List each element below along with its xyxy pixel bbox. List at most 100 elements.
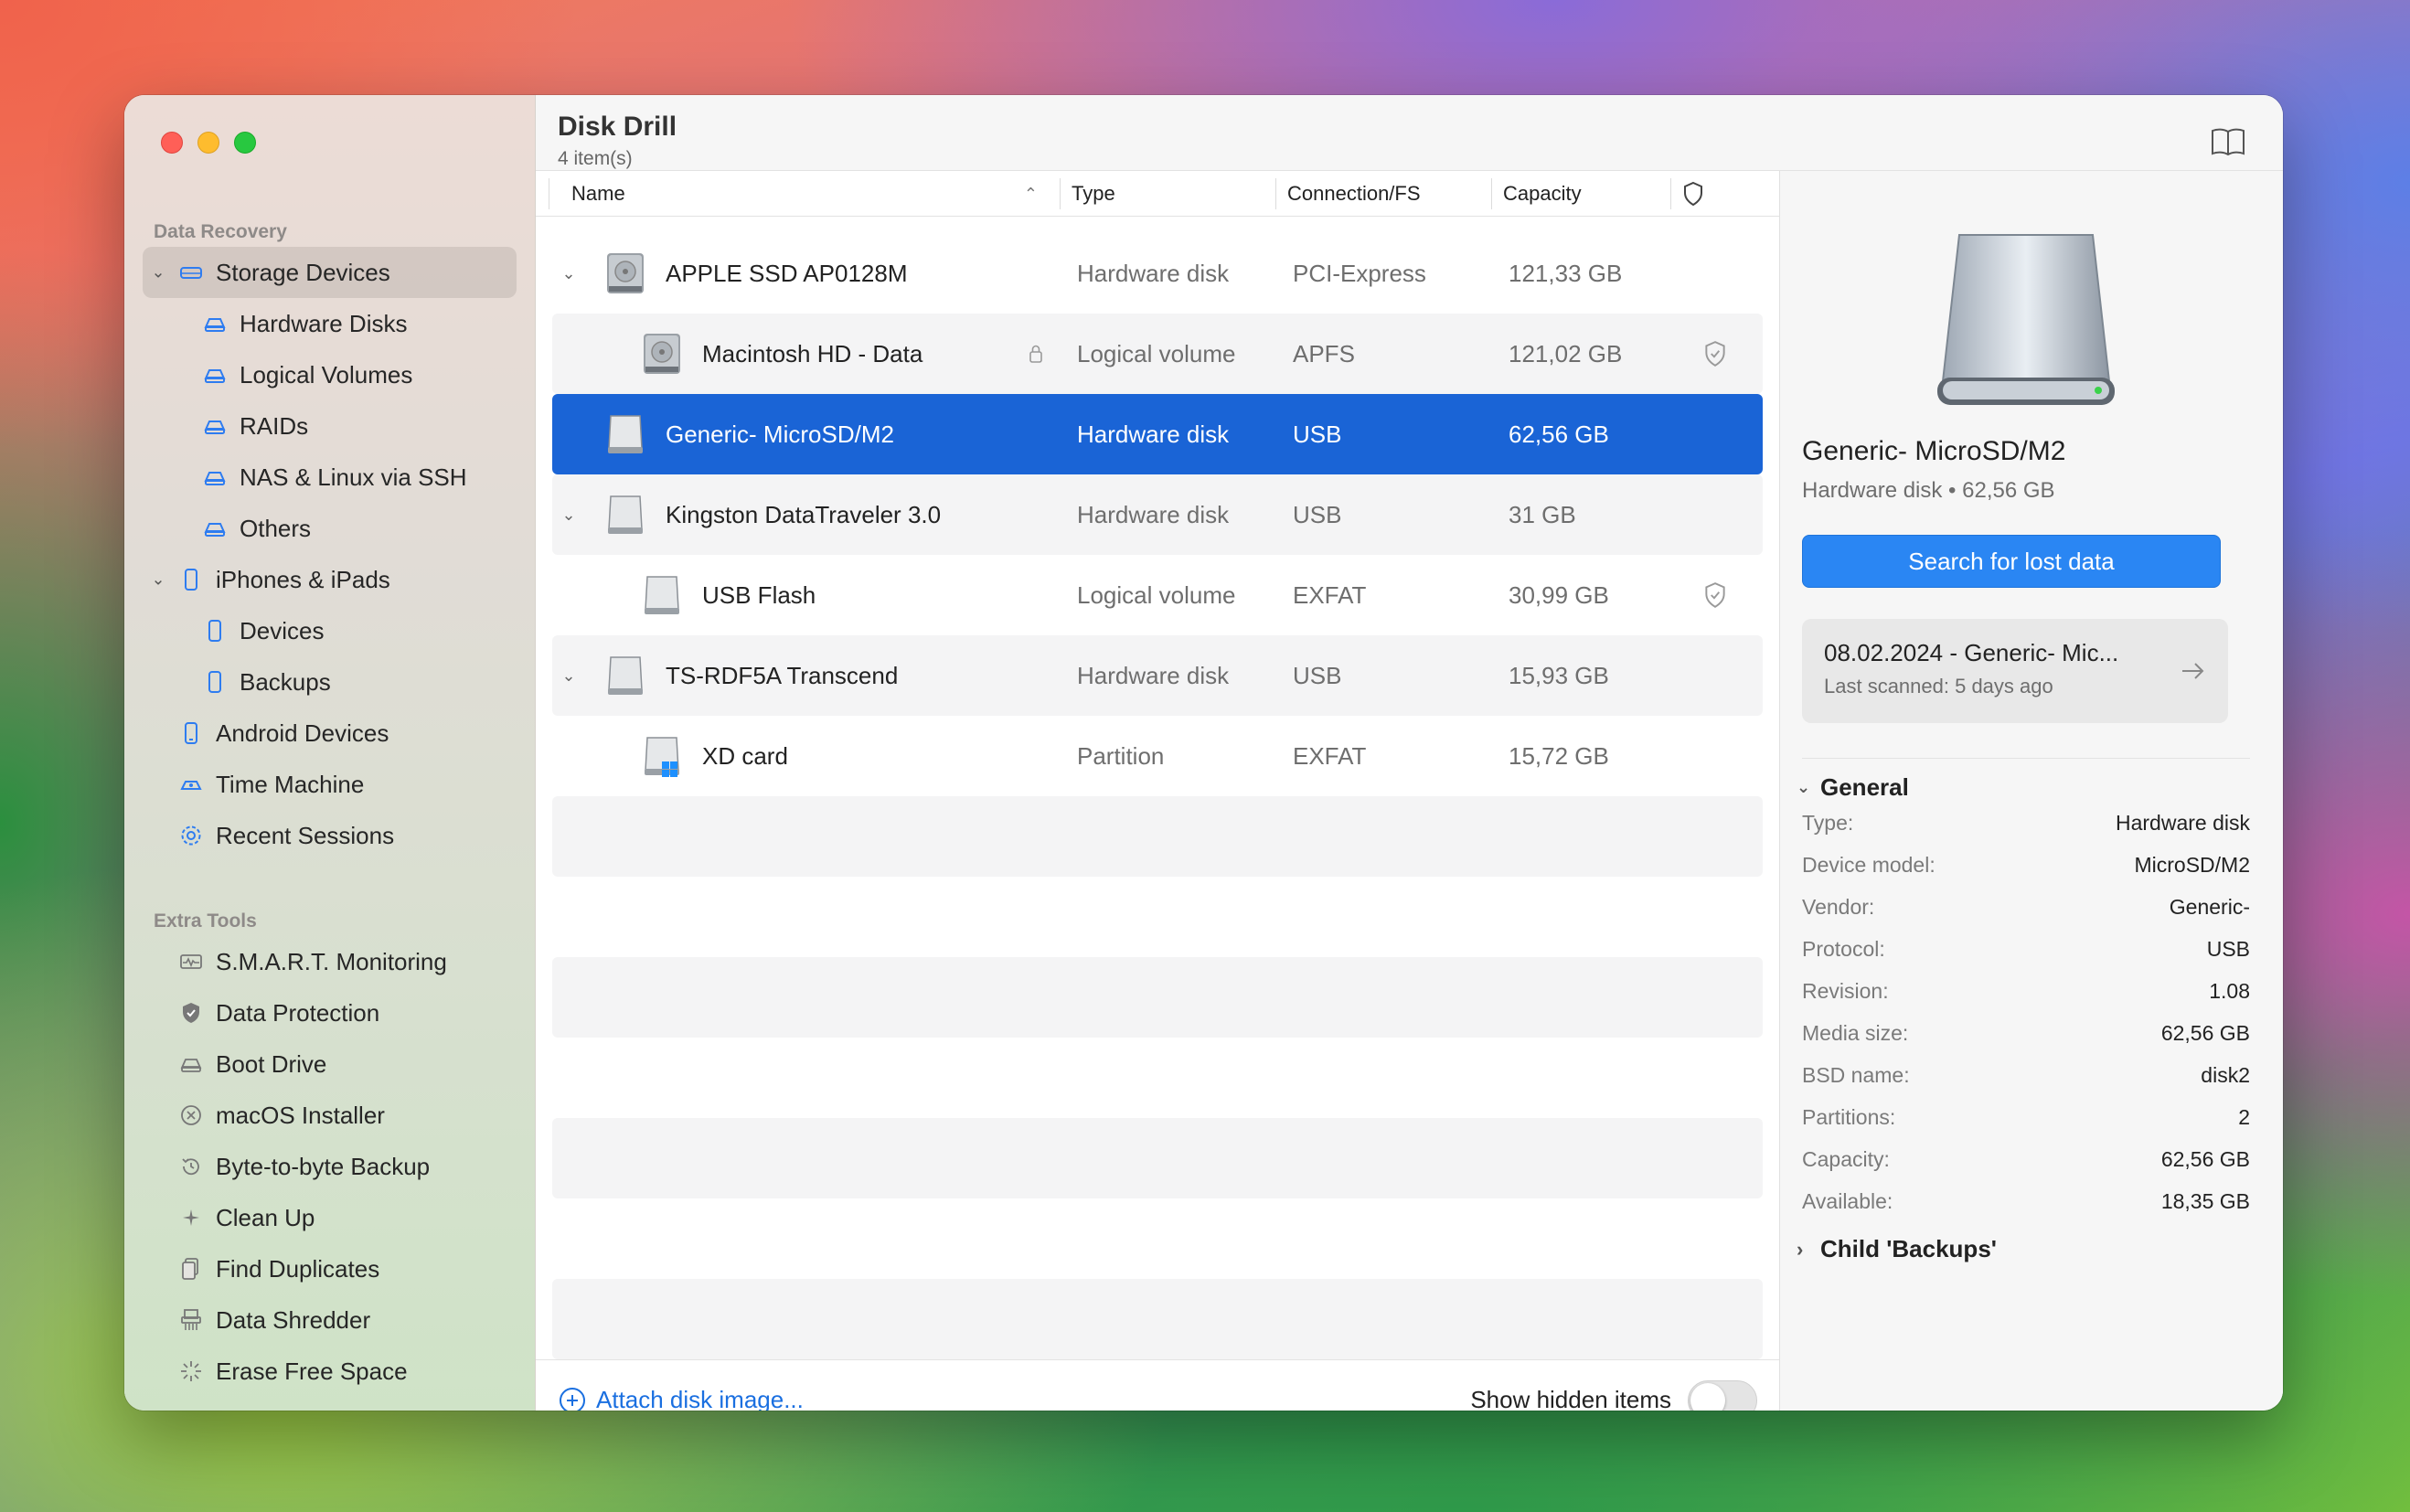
- shield-check-icon[interactable]: [1703, 340, 1727, 367]
- property-row: Vendor: Generic-: [1802, 886, 2250, 928]
- sidebar-item-smart-monitoring[interactable]: S.M.A.R.T. Monitoring: [143, 936, 517, 987]
- column-name[interactable]: Name ⌃: [549, 177, 1061, 209]
- minimize-button[interactable]: [197, 132, 219, 154]
- sidebar-item-boot-drive[interactable]: Boot Drive: [143, 1038, 517, 1090]
- shield-check-icon[interactable]: [1703, 581, 1727, 609]
- sidebar-item-label: Find Duplicates: [216, 1254, 380, 1283]
- sidebar-item-data-shredder[interactable]: Data Shredder: [143, 1294, 517, 1346]
- sidebar-item-label: Recent Sessions: [216, 821, 395, 849]
- sidebar-item-storage-devices[interactable]: ⌄ Storage Devices: [143, 247, 517, 298]
- sidebar-item-label: Data Protection: [216, 998, 380, 1027]
- device-rows: ⌄ APPLE SSD AP0128M Hardware disk PCI-Ex…: [536, 217, 1779, 1359]
- device-name: Macintosh HD - Data: [702, 339, 923, 367]
- table-row[interactable]: USB Flash Logical volume EXFAT 30,99 GB: [552, 555, 1763, 635]
- property-value: Generic-: [2169, 894, 2250, 919]
- sidebar-item-macos-installer[interactable]: macOS Installer: [143, 1090, 517, 1141]
- property-value: USB: [2206, 936, 2250, 961]
- sidebar-item-raids[interactable]: RAIDs: [143, 400, 517, 452]
- empty-row: [552, 1118, 1763, 1198]
- table-row[interactable]: XD card Partition EXFAT 15,72 GB: [552, 716, 1763, 796]
- sidebar-item-logical-volumes[interactable]: Logical Volumes: [143, 349, 517, 400]
- sidebar-item-byte-backup[interactable]: Byte-to-byte Backup: [143, 1141, 517, 1192]
- property-row: Revision: 1.08: [1802, 970, 2250, 1012]
- general-section-header[interactable]: ⌄ General: [1797, 773, 2250, 802]
- session-title: 08.02.2024 - Generic- Mic...: [1824, 639, 2119, 666]
- sidebar-item-label: iPhones & iPads: [216, 565, 390, 593]
- property-value: Hardware disk: [2116, 810, 2250, 835]
- book-icon[interactable]: [2210, 126, 2246, 157]
- close-button[interactable]: [161, 132, 183, 154]
- table-row[interactable]: ⌄ APPLE SSD AP0128M Hardware disk PCI-Ex…: [552, 233, 1763, 314]
- property-row: Protocol: USB: [1802, 928, 2250, 970]
- device-connection: USB: [1293, 420, 1342, 448]
- property-row: Available: 18,35 GB: [1802, 1180, 2250, 1222]
- search-lost-data-button[interactable]: Search for lost data: [1802, 535, 2221, 588]
- column-protection[interactable]: [1671, 178, 1726, 209]
- sidebar-item-nas-linux[interactable]: NAS & Linux via SSH: [143, 452, 517, 503]
- property-value: MicroSD/M2: [2134, 852, 2250, 877]
- x-circle-icon: [177, 1102, 205, 1129]
- show-hidden-toggle[interactable]: [1688, 1379, 1757, 1411]
- property-key: Device model:: [1802, 852, 1935, 877]
- sidebar-item-iphones-ipads[interactable]: ⌄ iPhones & iPads: [143, 554, 517, 605]
- table-row-selected[interactable]: Generic- MicroSD/M2 Hardware disk USB 62…: [552, 394, 1763, 474]
- lock-icon: [1029, 345, 1042, 363]
- sidebar-item-time-machine[interactable]: Time Machine: [143, 759, 517, 810]
- column-type[interactable]: Type: [1061, 177, 1276, 209]
- sidebar-item-android-devices[interactable]: Android Devices: [143, 708, 517, 759]
- sidebar-item-devices[interactable]: Devices: [143, 605, 517, 656]
- sidebar-item-find-duplicates[interactable]: Find Duplicates: [143, 1243, 517, 1294]
- phone-icon: [201, 617, 229, 644]
- disk-icon: [201, 412, 229, 440]
- page-title: Disk Drill: [558, 112, 677, 142]
- device-connection: USB: [1293, 661, 1342, 689]
- sidebar-item-backups[interactable]: Backups: [143, 656, 517, 708]
- chevron-down-icon[interactable]: ⌄: [148, 263, 168, 282]
- sidebar-item-label: NAS & Linux via SSH: [240, 463, 467, 491]
- shield-outline-icon: [1684, 181, 1702, 206]
- general-label: General: [1820, 773, 1909, 801]
- device-name: APPLE SSD AP0128M: [666, 259, 908, 287]
- column-connection[interactable]: Connection/FS: [1276, 177, 1492, 209]
- phone-icon: [201, 668, 229, 696]
- sidebar-item-label: Clean Up: [216, 1203, 315, 1231]
- sort-ascending-icon[interactable]: ⌃: [1024, 178, 1038, 209]
- property-value: 18,35 GB: [2160, 1188, 2250, 1213]
- table-row[interactable]: ⌄ TS-RDF5A Transcend Hardware disk USB 1…: [552, 635, 1763, 716]
- sidebar-item-others[interactable]: Others: [143, 503, 517, 554]
- column-capacity[interactable]: Capacity: [1492, 177, 1671, 209]
- sidebar-item-label: Byte-to-byte Backup: [216, 1152, 431, 1180]
- table-row[interactable]: Macintosh HD - Data Logical volume APFS …: [552, 314, 1763, 394]
- empty-row: [552, 877, 1763, 957]
- toolbar: Disk Drill 4 item(s): [536, 95, 2283, 171]
- property-value: 2: [2238, 1104, 2250, 1129]
- detail-device-name: Generic- MicroSD/M2: [1802, 436, 2066, 466]
- sidebar-item-label: Erase Free Space: [216, 1357, 408, 1385]
- sidebar-item-erase-free-space[interactable]: Erase Free Space: [143, 1346, 517, 1397]
- chevron-right-icon[interactable]: ›: [1797, 1238, 1820, 1262]
- sidebar-item-label: macOS Installer: [216, 1101, 385, 1129]
- drive-icon: [177, 1050, 205, 1078]
- sidebar-item-clean-up[interactable]: Clean Up: [143, 1192, 517, 1243]
- table-row[interactable]: ⌄ Kingston DataTraveler 3.0 Hardware dis…: [552, 474, 1763, 555]
- disk-icon: [201, 463, 229, 491]
- sidebar-item-data-protection[interactable]: Data Protection: [143, 987, 517, 1038]
- chevron-down-icon[interactable]: ⌄: [1797, 778, 1820, 797]
- attach-disk-image-link[interactable]: Attach disk image...: [558, 1386, 804, 1411]
- sidebar-item-recent-sessions[interactable]: Recent Sessions: [143, 810, 517, 861]
- column-header: Name ⌃ Type Connection/FS Capacity: [536, 171, 1779, 217]
- device-capacity: 121,02 GB: [1509, 339, 1623, 367]
- history-icon: [177, 1153, 205, 1180]
- child-backups-header[interactable]: › Child 'Backups': [1797, 1235, 2250, 1263]
- recent-session-card[interactable]: 08.02.2024 - Generic- Mic... Last scanne…: [1802, 619, 2228, 723]
- device-capacity: 62,56 GB: [1509, 420, 1609, 448]
- chevron-down-icon[interactable]: ⌄: [148, 570, 168, 590]
- arrow-right-icon[interactable]: [2179, 657, 2206, 685]
- sidebar-item-hardware-disks[interactable]: Hardware Disks: [143, 298, 517, 349]
- property-key: Media size:: [1802, 1020, 1909, 1045]
- sidebar-item-label: Boot Drive: [216, 1049, 327, 1078]
- storage-icon: [177, 259, 205, 286]
- property-key: Protocol:: [1802, 936, 1885, 961]
- device-capacity: 15,72 GB: [1509, 741, 1609, 770]
- zoom-button[interactable]: [234, 132, 256, 154]
